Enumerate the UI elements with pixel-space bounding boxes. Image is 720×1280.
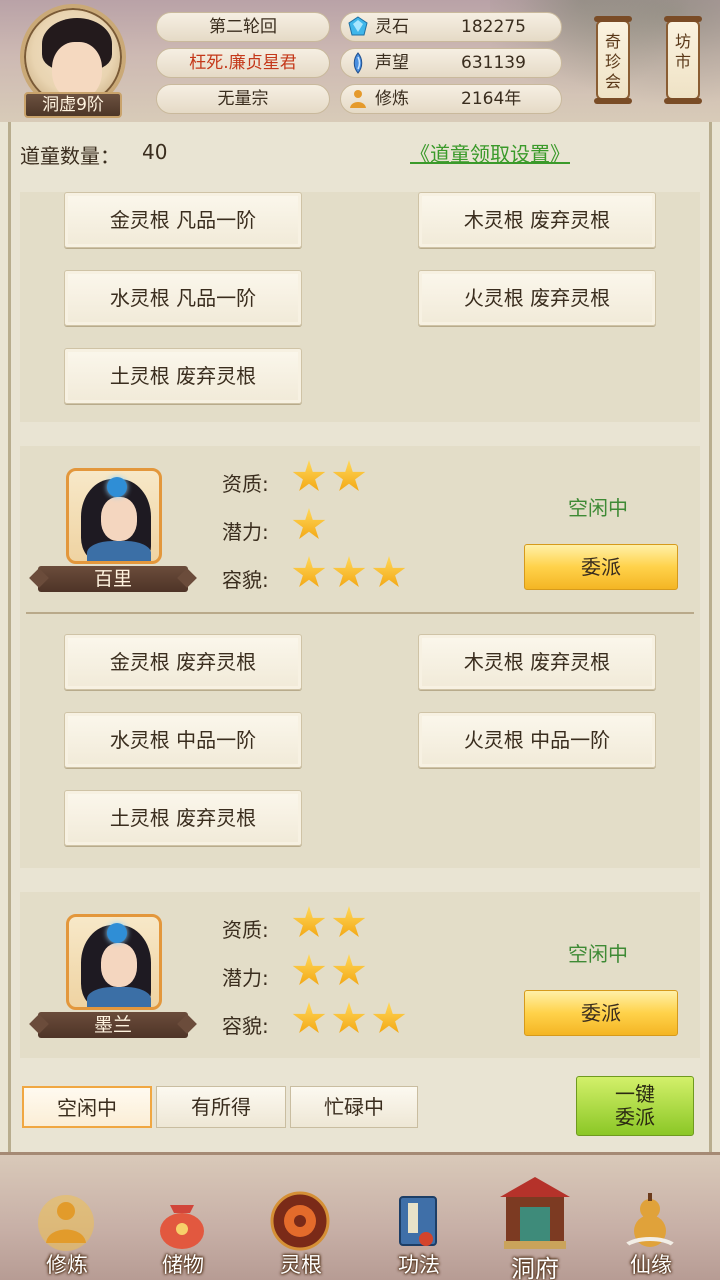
star-icon [292, 1002, 326, 1033]
top-header: 洞虚9阶 第二轮回 枉死.廉贞星君 无量宗 灵石 182275 声望 63113… [0, 0, 720, 122]
disciple-card: 百里 资质: 潜力: 容貌: 空闲中 委派 金灵根 废弃灵根 木灵根 废弃灵根 … [20, 446, 700, 868]
storage-bag-icon [160, 1205, 204, 1249]
nav-label: 储物 [162, 1253, 204, 1277]
nav-label: 仙缘 [630, 1253, 672, 1277]
disciple-panel: 道童数量： 40 《道童领取设置》 金灵根 凡品一阶 木灵根 废弃灵根 水灵根 … [0, 122, 720, 1152]
star-icon [292, 508, 326, 539]
player-avatar[interactable]: 洞虚9阶 [16, 4, 130, 118]
nav-technique[interactable]: 功法 [364, 1155, 474, 1280]
potential-label: 潜力: [222, 966, 269, 990]
card-divider [26, 612, 694, 614]
star-icon [332, 460, 366, 491]
disciple-portrait[interactable] [66, 914, 162, 1010]
cultivation-icon [350, 90, 366, 108]
root-water[interactable]: 水灵根 中品一阶 [64, 712, 302, 768]
tab-idle[interactable]: 空闲中 [22, 1086, 152, 1128]
treasure-fair-label: 奇珍会 [604, 32, 621, 91]
spirit-root-icon [270, 1191, 330, 1251]
cave-mansion-icon [500, 1177, 570, 1249]
disciple-count-label: 道童数量： [20, 144, 120, 168]
one-key-label-line2: 委派 [615, 1105, 655, 1129]
root-water[interactable]: 水灵根 凡品一阶 [64, 270, 302, 326]
reincarnation-label: 第二轮回 [156, 12, 330, 42]
appearance-stars [292, 1002, 412, 1036]
star-icon [372, 556, 406, 587]
nav-cave[interactable]: 洞府 [480, 1155, 590, 1280]
bottom-nav: 修炼 储物 灵根 功法 洞府 仙缘 [0, 1152, 720, 1280]
one-key-assign-button[interactable]: 一键 委派 [576, 1076, 694, 1136]
nav-cultivate[interactable]: 修炼 [12, 1155, 122, 1280]
nav-label: 洞府 [511, 1255, 559, 1280]
nav-storage[interactable]: 储物 [128, 1155, 238, 1280]
root-earth[interactable]: 土灵根 废弃灵根 [64, 348, 302, 404]
root-wood[interactable]: 木灵根 废弃灵根 [418, 634, 656, 690]
disciple-name: 百里 [38, 566, 188, 592]
appearance-label: 容貌: [222, 568, 269, 592]
nav-label: 功法 [398, 1253, 440, 1277]
market-button[interactable]: 坊市 [664, 16, 702, 104]
reputation-icon [353, 52, 363, 74]
appearance-stars [292, 556, 412, 590]
aptitude-stars [292, 906, 372, 940]
nav-label: 修炼 [46, 1253, 88, 1277]
spirit-stone-icon [348, 16, 368, 36]
aptitude-stars [292, 460, 372, 494]
star-icon [292, 556, 326, 587]
star-icon [292, 906, 326, 937]
cultivation-resource: 修炼 2164年 [340, 84, 562, 114]
star-icon [332, 556, 366, 587]
nav-destiny[interactable]: 仙缘 [596, 1155, 706, 1280]
spirit-stone-resource: 灵石 182275 [340, 12, 562, 42]
assign-button[interactable]: 委派 [524, 544, 678, 590]
disciple-card: 墨兰 资质: 潜力: 容貌: 空闲中 委派 [20, 892, 700, 1058]
one-key-label-line1: 一键 [615, 1082, 655, 1106]
star-icon [292, 460, 326, 491]
root-wood[interactable]: 木灵根 废弃灵根 [418, 192, 656, 248]
star-icon [332, 906, 366, 937]
meditation-icon [38, 1195, 94, 1251]
disciple-status: 空闲中 [568, 942, 628, 966]
disciple-status: 空闲中 [568, 496, 628, 520]
nav-spirit-root[interactable]: 灵根 [246, 1155, 356, 1280]
aptitude-label: 资质: [222, 472, 269, 496]
potential-stars [292, 954, 372, 988]
disciple-settings-link[interactable]: 《道童领取设置》 [410, 138, 570, 167]
star-icon [332, 954, 366, 985]
disciple-portrait[interactable] [66, 468, 162, 564]
tab-rewarded[interactable]: 有所得 [156, 1086, 286, 1128]
market-label: 坊市 [674, 32, 691, 71]
root-fire[interactable]: 火灵根 中品一阶 [418, 712, 656, 768]
book-icon [399, 1196, 437, 1246]
star-icon [372, 1002, 406, 1033]
nav-label: 灵根 [280, 1253, 322, 1277]
tab-busy[interactable]: 忙碌中 [290, 1086, 418, 1128]
disciple-card-partial: 金灵根 凡品一阶 木灵根 废弃灵根 水灵根 凡品一阶 火灵根 废弃灵根 土灵根 … [20, 192, 700, 422]
sect-label: 无量宗 [156, 84, 330, 114]
title-label: 枉死.廉贞星君 [156, 48, 330, 78]
potential-stars [292, 508, 332, 542]
root-fire[interactable]: 火灵根 废弃灵根 [418, 270, 656, 326]
cultivation-rank: 洞虚9阶 [24, 92, 122, 118]
root-metal[interactable]: 金灵根 废弃灵根 [64, 634, 302, 690]
gourd-icon [624, 1193, 676, 1247]
star-icon [292, 954, 326, 985]
star-icon [332, 1002, 366, 1033]
treasure-fair-button[interactable]: 奇珍会 [594, 16, 632, 104]
disciple-count-value: 40 [142, 140, 168, 164]
root-metal[interactable]: 金灵根 凡品一阶 [64, 192, 302, 248]
root-earth[interactable]: 土灵根 废弃灵根 [64, 790, 302, 846]
aptitude-label: 资质: [222, 918, 269, 942]
disciple-name: 墨兰 [38, 1012, 188, 1038]
appearance-label: 容貌: [222, 1014, 269, 1038]
assign-button[interactable]: 委派 [524, 990, 678, 1036]
potential-label: 潜力: [222, 520, 269, 544]
reputation-resource: 声望 631139 [340, 48, 562, 78]
